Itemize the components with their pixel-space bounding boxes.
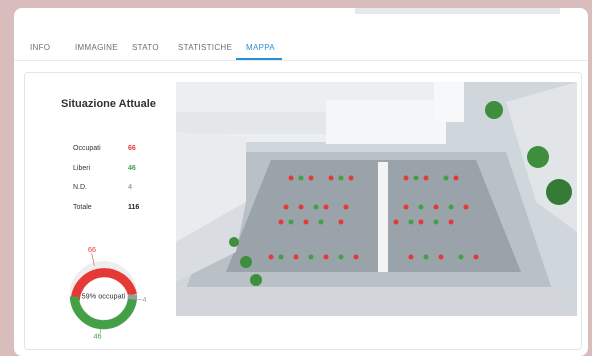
tab-divider (14, 60, 588, 61)
building-corner (434, 82, 464, 122)
stat-label-occupati: Occupati (73, 145, 101, 152)
panel-title: Situazione Attuale (61, 98, 156, 110)
parking-map-view[interactable] (176, 82, 577, 316)
tree-icon (250, 274, 262, 286)
tab-info[interactable]: INFO (30, 43, 50, 52)
tree-icon (485, 101, 503, 119)
occupancy-donut: 59% occupati 66 4 46 (69, 245, 147, 340)
stat-label-totale: Totale (73, 204, 92, 211)
donut-center-label: 59% occupati (82, 291, 126, 300)
donut-occupied-label: 66 (88, 245, 96, 254)
donut-free-label: 46 (93, 331, 101, 340)
tab-mappa[interactable]: MAPPA (246, 43, 275, 52)
donut-nd-label: 4 (143, 295, 147, 304)
stat-label-liberi: Liberi (73, 165, 91, 172)
tab-stato[interactable]: STATO (132, 43, 159, 52)
tab-statistiche[interactable]: STATISTICHE (178, 43, 232, 52)
stat-value-occupati: 66 (128, 145, 136, 152)
central-crosswalk (378, 162, 388, 272)
road (176, 287, 577, 316)
tab-bar: INFO IMMAGINE STATO STATISTICHE MAPPA (0, 32, 574, 56)
stat-value-liberi: 46 (128, 165, 136, 172)
tree-icon (527, 146, 549, 168)
tree-icon (240, 256, 252, 268)
tree-icon (229, 237, 239, 247)
tree-icon (546, 179, 572, 205)
building-top-right (326, 100, 446, 144)
stat-label-nd: N.D. (73, 184, 87, 191)
tab-immagine[interactable]: IMMAGINE (75, 43, 118, 52)
stat-value-nd: 4 (128, 184, 132, 191)
stat-value-totale: 116 (128, 204, 140, 211)
top-map-strip (355, 8, 560, 14)
